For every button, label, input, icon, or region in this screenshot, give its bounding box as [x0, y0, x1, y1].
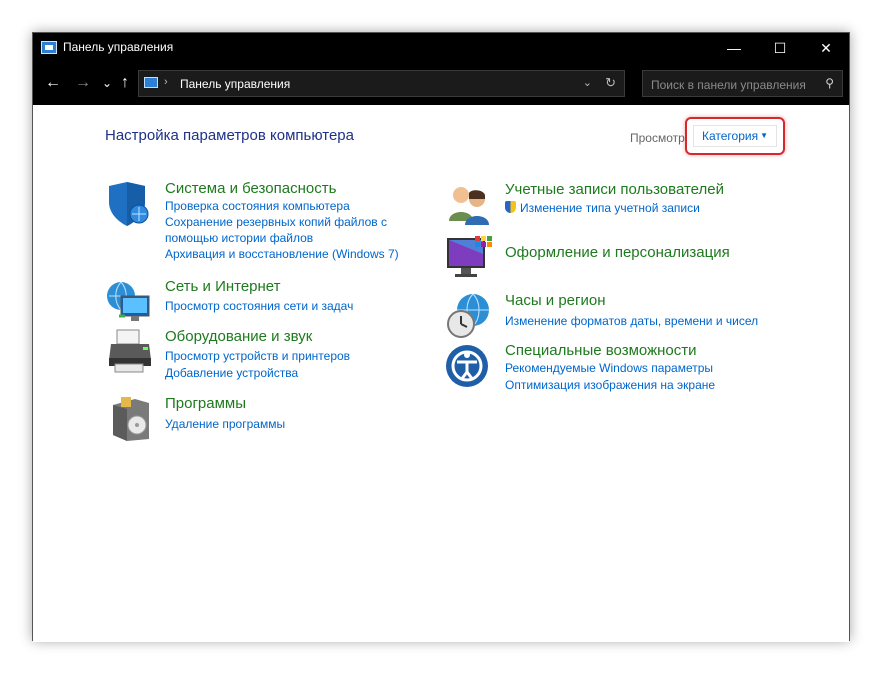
printer-icon — [109, 329, 151, 373]
link-recommended-windows-settings[interactable]: Рекомендуемые Windows параметры — [505, 361, 713, 375]
link-uninstall-program[interactable]: Удаление программы — [165, 417, 285, 431]
refresh-icon[interactable]: ↻ — [605, 75, 616, 91]
network-globe-icon — [107, 281, 150, 321]
category-title[interactable]: Учетные записи пользователей — [505, 181, 724, 198]
monitor-palette-icon — [447, 236, 492, 277]
forward-arrow-icon[interactable]: → — [73, 73, 93, 93]
link-file-history-backup[interactable]: Сохранение резервных копий файлов с — [165, 215, 387, 229]
view-by-label: Просмотр: — [630, 131, 689, 145]
view-by-dropdown[interactable]: Категория ▼ — [693, 125, 777, 147]
shield-icon — [109, 182, 149, 226]
category-clock-region: Часы и регион Изменение форматов даты, в… — [445, 292, 785, 342]
address-dropdown-icon[interactable]: ⌄ — [583, 76, 592, 89]
recent-locations-chevron-icon[interactable]: ⌄ — [97, 73, 117, 93]
link-file-history-backup-cont[interactable]: помощью истории файлов — [165, 231, 313, 245]
category-appearance-personalization: Оформление и персонализация — [445, 234, 785, 284]
category-title[interactable]: Оборудование и звук — [165, 328, 312, 345]
control-panel-window: Панель управления — ☐ ✕ ← → ⌄ ↑ › Панель… — [32, 32, 850, 642]
view-by-highlight: Категория ▼ — [685, 117, 785, 155]
category-title[interactable]: Часы и регион — [505, 292, 606, 309]
title-bar[interactable]: Панель управления — ☐ ✕ — [33, 33, 849, 63]
link-backup-restore-win7[interactable]: Архивация и восстановление (Windows 7) — [165, 247, 399, 261]
minimize-button[interactable]: — — [711, 33, 757, 63]
link-devices-printers[interactable]: Просмотр устройств и принтеров — [165, 349, 350, 363]
up-arrow-icon[interactable]: ↑ — [115, 73, 135, 93]
programs-disc-icon — [113, 397, 149, 441]
category-system-security: Система и безопасность Проверка состояни… — [105, 180, 425, 270]
search-icon[interactable]: ⚲ — [825, 76, 834, 90]
category-ease-of-access: Специальные возможности Рекомендуемые Wi… — [445, 342, 785, 402]
search-input[interactable] — [649, 75, 821, 94]
category-network-internet: Сеть и Интернет Просмотр состояния сети … — [105, 278, 425, 328]
category-title[interactable]: Система и безопасность — [165, 180, 336, 197]
link-check-computer-status[interactable]: Проверка состояния компьютера — [165, 199, 350, 213]
category-title[interactable]: Сеть и Интернет — [165, 278, 281, 295]
link-add-device[interactable]: Добавление устройства — [165, 366, 298, 380]
link-change-account-type[interactable]: Изменение типа учетной записи — [505, 201, 700, 215]
breadcrumb-control-panel[interactable]: Панель управления — [180, 77, 290, 91]
category-programs: Программы Удаление программы — [105, 395, 425, 445]
link-network-status-tasks[interactable]: Просмотр состояния сети и задач — [165, 299, 353, 313]
category-user-accounts: Учетные записи пользователей Изменение т… — [445, 181, 785, 226]
users-icon — [449, 187, 489, 225]
category-title[interactable]: Оформление и персонализация — [505, 244, 730, 261]
view-by-value: Категория — [702, 129, 759, 143]
category-title[interactable]: Специальные возможности — [505, 342, 697, 359]
page-title: Настройка параметров компьютера — [105, 127, 354, 144]
address-bar[interactable]: › Панель управления ⌄ ↻ — [138, 70, 625, 97]
control-panel-app-icon — [41, 41, 57, 54]
window-title: Панель управления — [63, 40, 174, 54]
close-button[interactable]: ✕ — [803, 33, 849, 63]
link-optimize-visual-display[interactable]: Оптимизация изображения на экране — [505, 378, 715, 392]
clock-globe-icon — [447, 293, 489, 338]
control-panel-icon — [144, 77, 158, 88]
main-content: Настройка параметров компьютера Просмотр… — [33, 105, 849, 642]
link-change-account-type-label: Изменение типа учетной записи — [520, 201, 700, 215]
navigation-bar: ← → ⌄ ↑ › Панель управления ⌄ ↻ ⚲ — [33, 63, 849, 105]
link-change-date-time-formats[interactable]: Изменение форматов даты, времени и чисел — [505, 314, 758, 328]
breadcrumb-separator-icon[interactable]: › — [164, 76, 168, 88]
back-arrow-icon[interactable]: ← — [43, 73, 63, 93]
maximize-button[interactable]: ☐ — [757, 33, 803, 63]
category-title[interactable]: Программы — [165, 395, 246, 412]
dropdown-caret-icon: ▼ — [760, 131, 768, 140]
accessibility-icon — [446, 345, 488, 387]
category-hardware-sound: Оборудование и звук Просмотр устройств и… — [105, 328, 425, 383]
uac-shield-icon — [505, 201, 516, 213]
search-box[interactable]: ⚲ — [642, 70, 843, 97]
